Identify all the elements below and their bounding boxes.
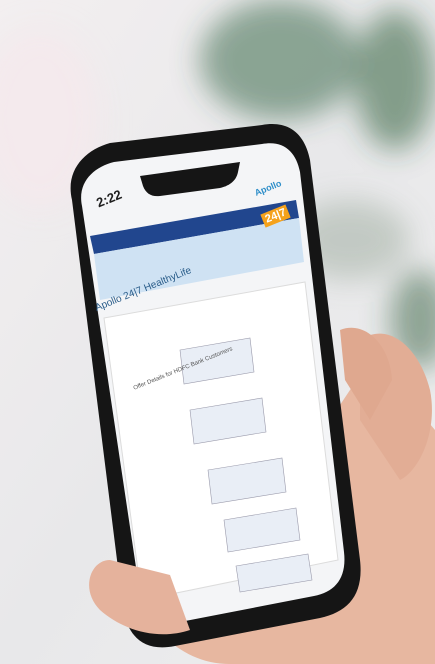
phone-scene	[70, 124, 435, 664]
content-card	[103, 281, 339, 601]
